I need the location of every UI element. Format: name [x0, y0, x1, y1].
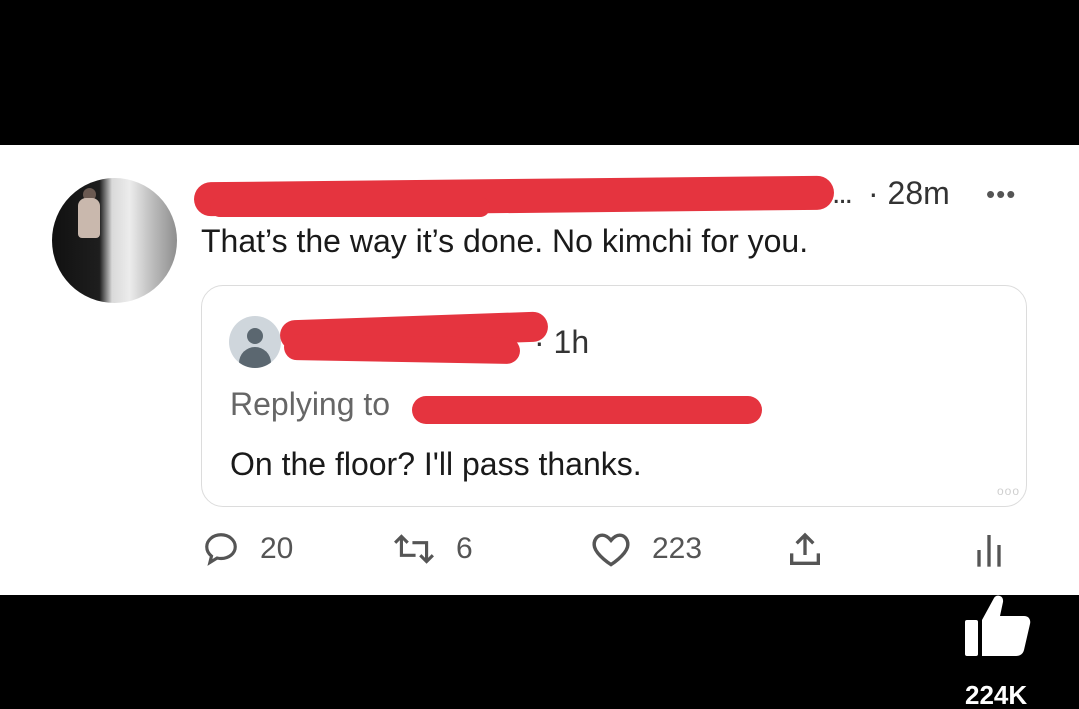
name-ellipsis: ...: [832, 177, 853, 210]
like-action[interactable]: 223: [590, 530, 702, 568]
thumbs-up-icon[interactable]: [962, 592, 1032, 662]
replying-to-line: Replying to: [230, 386, 390, 423]
share-action[interactable]: [785, 530, 825, 570]
avatar-figure: [78, 198, 100, 238]
replying-to-label: Replying to: [230, 386, 391, 422]
quoted-tweet-text: On the floor? I'll pass thanks.: [230, 446, 642, 482]
like-count: 223: [652, 532, 703, 565]
tweet-card[interactable]: ... · 28m ••• That’s the way it’s done. …: [0, 145, 1079, 595]
redaction-replying-handle: [412, 396, 762, 424]
analytics-action[interactable]: [972, 530, 1006, 570]
retweet-count: 6: [456, 532, 473, 565]
action-bar: 20 6 223: [200, 530, 1030, 570]
share-icon: [790, 532, 820, 565]
retweet-action[interactable]: 6: [392, 530, 473, 568]
tweet-text: That’s the way it’s done. No kimchi for …: [201, 223, 809, 259]
video-like-count: 224K: [965, 680, 1028, 709]
redaction-author-name-tail: [210, 197, 490, 217]
tweet-timestamp-value: 28m: [887, 175, 950, 211]
quote-more-indicator: ooo: [996, 484, 1020, 498]
quoted-tweet[interactable]: · 1h Replying to On the floor? I'll pass…: [201, 285, 1027, 507]
reply-icon: [205, 533, 237, 566]
author-avatar[interactable]: [52, 178, 177, 303]
thumbs-up-glyph: [965, 595, 1031, 656]
avatar-placeholder-body: [239, 347, 271, 368]
quoted-timestamp[interactable]: · 1h: [534, 324, 589, 361]
screen: ... · 28m ••• That’s the way it’s done. …: [0, 0, 1079, 709]
redaction-quoted-name-lower: [283, 333, 521, 365]
avatar-placeholder-head: [247, 328, 263, 344]
tweet-header: ... · 28m •••: [193, 175, 1030, 217]
more-options-icon[interactable]: •••: [986, 179, 1016, 210]
reply-action[interactable]: 20: [202, 530, 293, 568]
tweet-timestamp[interactable]: · 28m: [868, 175, 950, 212]
heart-icon: [592, 533, 630, 567]
reply-count: 20: [260, 532, 294, 565]
analytics-icon: [977, 535, 1001, 567]
quoted-author-avatar[interactable]: [229, 316, 281, 368]
retweet-icon: [394, 534, 434, 564]
